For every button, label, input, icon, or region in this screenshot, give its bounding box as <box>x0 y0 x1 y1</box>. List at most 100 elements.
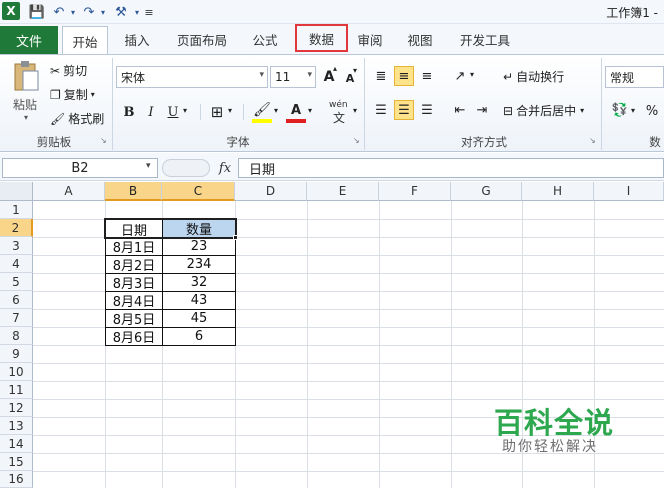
merge-center-button[interactable]: ⊟ 合并后居中 ▾ <box>503 102 584 119</box>
clipboard-dialog-launcher-icon[interactable]: ↘ <box>100 137 108 145</box>
cut-button[interactable]: ✂ 剪切 <box>50 62 87 79</box>
row-header[interactable]: 2 <box>0 219 33 237</box>
row-header[interactable]: 13 <box>0 417 33 435</box>
wrap-text-button[interactable]: ↵ 自动换行 <box>503 68 564 85</box>
fill-color-dropdown-icon[interactable]: ▾ <box>274 106 278 115</box>
borders-icon[interactable]: ⊞ <box>207 102 227 122</box>
column-header-d[interactable]: D <box>235 182 307 201</box>
date-cell[interactable]: 8月3日 <box>106 273 162 292</box>
tab-page-layout[interactable]: 页面布局 <box>166 26 238 53</box>
row-header[interactable]: 6 <box>0 291 33 309</box>
orientation-dropdown-icon[interactable]: ▾ <box>470 70 474 79</box>
alignment-dialog-launcher-icon[interactable]: ↘ <box>589 137 597 145</box>
name-box-dropdown-icon[interactable]: ▾ <box>146 161 151 171</box>
customize-toolbar-icon[interactable]: ≡ <box>140 3 158 21</box>
tab-review[interactable]: 审阅 <box>350 26 390 53</box>
align-right-icon[interactable]: ☰ <box>417 100 437 120</box>
row-header[interactable]: 9 <box>0 345 33 363</box>
quantity-cell[interactable]: 32 <box>163 273 235 291</box>
align-center-icon[interactable]: ☰ <box>394 100 414 120</box>
quantity-cell[interactable]: 6 <box>163 327 235 345</box>
underline-dropdown-icon[interactable]: ▾ <box>183 106 187 115</box>
insert-function-icon[interactable]: fx <box>214 158 236 178</box>
date-cell[interactable]: 8月1日 <box>106 237 162 256</box>
quantity-cell[interactable]: 234 <box>163 255 235 273</box>
font-dialog-launcher-icon[interactable]: ↘ <box>353 137 361 145</box>
row-header[interactable]: 14 <box>0 435 33 453</box>
date-cell[interactable]: 8月2日 <box>106 255 162 274</box>
column-header-a[interactable]: A <box>33 182 105 201</box>
paste-dropdown-icon[interactable]: ▾ <box>24 113 28 122</box>
underline-button[interactable]: U <box>163 102 183 122</box>
fill-color-swatch <box>252 119 272 123</box>
save-icon[interactable]: 💾 <box>28 3 46 21</box>
merge-center-label: 合并后居中 <box>516 104 577 118</box>
tab-formulas[interactable]: 公式 <box>242 26 288 53</box>
row-header[interactable]: 16 <box>0 471 33 488</box>
paste-icon[interactable] <box>10 60 42 94</box>
row-header[interactable]: 4 <box>0 255 33 273</box>
row-header[interactable]: 11 <box>0 381 33 399</box>
orientation-icon[interactable]: ↗ <box>450 66 470 86</box>
tab-data[interactable]: 数据 <box>295 24 348 52</box>
watermark-subtitle: 助你轻松解决 <box>502 439 598 455</box>
select-all-button[interactable] <box>0 182 33 201</box>
column-header-h[interactable]: H <box>522 182 594 201</box>
column-header-b[interactable]: B <box>105 182 162 201</box>
currency-format-icon[interactable]: 💱 <box>610 100 630 120</box>
row-header[interactable]: 1 <box>0 201 33 219</box>
column-header-g[interactable]: G <box>451 182 522 201</box>
font-size-value: 11 <box>275 70 291 84</box>
shrink-arrow-icon: ▾ <box>353 66 358 75</box>
font-size-select[interactable]: 11 ▾ <box>270 66 316 88</box>
formula-input[interactable]: 日期 <box>238 158 664 178</box>
row-header[interactable]: 7 <box>0 309 33 327</box>
row-header[interactable]: 8 <box>0 327 33 345</box>
align-top-icon[interactable]: ≣ <box>371 66 391 86</box>
row-header[interactable]: 3 <box>0 237 33 255</box>
date-cell[interactable]: 8月4日 <box>106 291 162 310</box>
tab-home[interactable]: 开始 <box>62 26 108 55</box>
currency-dropdown-icon[interactable]: ▾ <box>631 106 635 115</box>
redo-dropdown-icon[interactable]: ▾ <box>94 3 112 21</box>
quantity-cell[interactable]: 23 <box>163 237 235 255</box>
column-header-e[interactable]: E <box>307 182 379 201</box>
row-header[interactable]: 5 <box>0 273 33 291</box>
name-box[interactable]: B2 <box>2 158 158 178</box>
tab-developer[interactable]: 开发工具 <box>452 26 518 53</box>
paste-button[interactable]: 粘贴 <box>10 96 40 113</box>
clipboard-group-label: 剪贴板 <box>36 135 72 149</box>
copy-icon: ❐ <box>50 87 61 102</box>
font-color-icon[interactable]: A <box>286 100 306 120</box>
tab-insert[interactable]: 插入 <box>112 26 162 53</box>
increase-indent-icon[interactable]: ⇥ <box>472 100 492 120</box>
row-header[interactable]: 12 <box>0 399 33 417</box>
row-header[interactable]: 10 <box>0 363 33 381</box>
decrease-indent-icon[interactable]: ⇤ <box>450 100 470 120</box>
borders-dropdown-icon[interactable]: ▾ <box>228 106 232 115</box>
percent-style-button[interactable]: % <box>642 101 662 121</box>
italic-button[interactable]: I <box>141 102 161 122</box>
quantity-cell[interactable]: 45 <box>163 309 235 327</box>
align-left-icon[interactable]: ☰ <box>371 100 391 120</box>
quantity-cell[interactable]: 43 <box>163 291 235 309</box>
format-painter-button[interactable]: 🖌 格式刷 <box>50 110 104 127</box>
fill-color-icon[interactable]: 🖌 <box>252 100 272 120</box>
date-cell[interactable]: 8月5日 <box>106 309 162 328</box>
column-header-f[interactable]: F <box>379 182 451 201</box>
row-header[interactable]: 15 <box>0 453 33 471</box>
phonetic-dropdown-icon[interactable]: ▾ <box>353 106 357 115</box>
copy-button[interactable]: ❐ 复制 ▾ <box>50 86 95 103</box>
formula-bar-splitter[interactable] <box>162 159 210 177</box>
date-cell[interactable]: 8月6日 <box>106 327 162 346</box>
column-header-c[interactable]: C <box>162 182 235 201</box>
number-format-select[interactable]: 常规 <box>605 66 664 88</box>
align-middle-icon[interactable]: ≡ <box>394 66 414 86</box>
font-color-dropdown-icon[interactable]: ▾ <box>308 106 312 115</box>
bold-button[interactable]: B <box>119 102 139 122</box>
font-name-select[interactable]: 宋体 ▾ <box>116 66 268 88</box>
tab-file[interactable]: 文件 <box>0 26 58 54</box>
tab-view[interactable]: 视图 <box>400 26 440 53</box>
column-header-i[interactable]: I <box>594 182 664 201</box>
align-bottom-icon[interactable]: ≡ <box>417 66 437 86</box>
